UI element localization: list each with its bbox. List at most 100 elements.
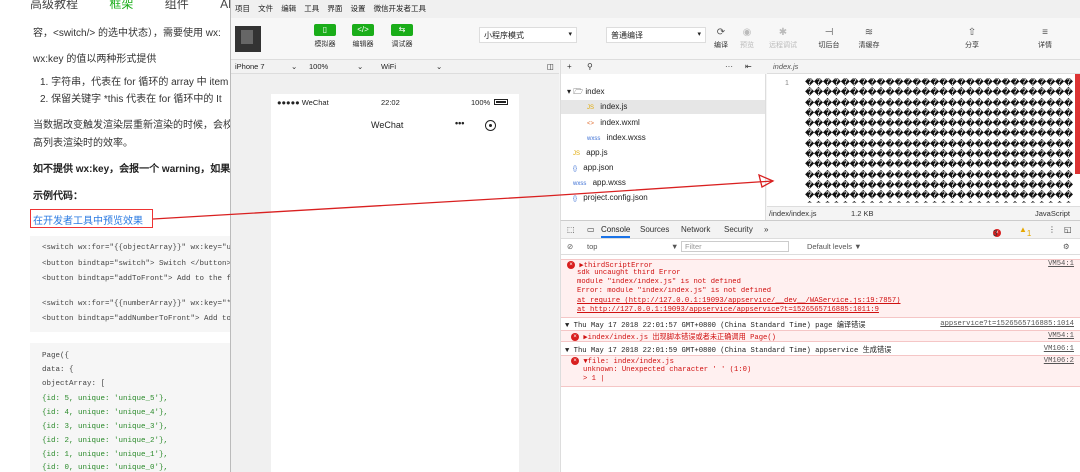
source-link[interactable]: appservice?t=1526565716885:1014	[940, 320, 1074, 328]
menu-tools[interactable]: 工具	[304, 4, 319, 13]
dock-icon[interactable]: ◱	[1064, 225, 1072, 234]
background-label: 切后台	[818, 42, 840, 49]
tree-item-index-js[interactable]: JS index.js	[561, 100, 765, 114]
background-button[interactable]: ⊣ 切后台	[813, 26, 845, 58]
details-button[interactable]: ≡ 详情	[1029, 26, 1061, 58]
device-select[interactable]: iPhone 7	[235, 62, 265, 71]
garbled-file-content[interactable]: ����������������������������������������…	[805, 78, 1077, 203]
clock: 22:02	[381, 98, 400, 107]
zoom-select[interactable]: 100%	[309, 62, 328, 71]
compile-mode-select[interactable]: 普通编译 ▾	[606, 27, 706, 43]
warning-count: 1	[1026, 229, 1032, 238]
search-icon[interactable]: ⚲	[587, 62, 593, 71]
preview-button[interactable]: ◉ 预览	[731, 26, 763, 58]
console-line[interactable]: × ▼file: index/index.js VM106:2	[561, 357, 1080, 366]
context-select[interactable]: top	[587, 242, 597, 251]
wechat-devtools-window: 项目 文件 编辑 工具 界面 设置 微信开发者工具 ▯ 模拟器 </> 编辑器 …	[230, 0, 1080, 472]
preview-in-devtools-link[interactable]: 在开发者工具中预览效果	[33, 212, 143, 227]
language-mode[interactable]: JavaScript	[1035, 209, 1070, 218]
upload-icon: ⇧	[967, 27, 977, 38]
inspect-icon[interactable]: ⬚	[567, 225, 575, 234]
doc-line-2: wx:key 的值以两种形式提供	[33, 54, 157, 65]
tree-item-project-config[interactable]: {} project.config.json	[573, 193, 648, 202]
chevron-down-icon: ⌄	[436, 62, 443, 71]
filter-input[interactable]: Filter	[681, 241, 789, 252]
tab-sources[interactable]: Sources	[640, 225, 669, 234]
menu-devtools[interactable]: 微信开发者工具	[374, 4, 427, 13]
error-scrollbar-marker[interactable]	[1075, 74, 1080, 174]
close-capsule-icon[interactable]	[485, 120, 496, 131]
nav-advanced-tutorial[interactable]: 高级教程	[30, 0, 78, 11]
chevron-down-icon: ▾	[697, 31, 701, 38]
nav-components[interactable]: 组件	[165, 0, 189, 11]
tab-network[interactable]: Network	[681, 225, 710, 234]
menu-edit[interactable]: 编辑	[281, 4, 296, 13]
layers-icon: ≋	[864, 27, 874, 38]
more-options-icon[interactable]: ···	[725, 62, 733, 71]
tree-item-label: app.json	[583, 163, 614, 172]
gear-icon[interactable]: ⚙	[1063, 242, 1070, 251]
device-icon[interactable]: ▭	[587, 225, 595, 234]
clear-console-icon[interactable]: ⊘	[567, 242, 573, 251]
mode-select[interactable]: 小程序模式 ▾	[479, 27, 577, 43]
code-line: {id: 2, unique: 'unique_2'},	[42, 437, 169, 445]
editor-tabs: index.js	[767, 60, 1080, 74]
console-group-header[interactable]: ▼ Thu May 17 2018 22:01:59 GMT+0800 (Chi…	[561, 345, 1080, 355]
tree-item-app-wxss[interactable]: wxss app.wxss	[573, 178, 626, 187]
source-link[interactable]: VM54:1	[1048, 260, 1074, 268]
clear-cache-label: 清缓存	[858, 42, 880, 49]
doc-line-1: 容，<switch/> 的选中状态），需要使用 wx:	[33, 28, 221, 39]
remote-debug-button[interactable]: ✱ 远程调试	[767, 26, 799, 58]
chevron-down-icon: ⌄	[291, 62, 298, 71]
code-editor: index.js 1 �����������������������������…	[767, 60, 1080, 220]
nav-api[interactable]: API	[220, 0, 230, 11]
simulator-toggle-button[interactable]: ▯ 模拟器	[309, 24, 341, 58]
folder-icon: 🗁	[573, 87, 584, 96]
log-level-select[interactable]: Default levels ▼	[807, 242, 862, 251]
kebab-menu-icon[interactable]: ⋮	[1048, 225, 1056, 234]
console-group-header[interactable]: ▼ Thu May 17 2018 22:01:57 GMT+0800 (Chi…	[561, 320, 1080, 330]
bug-icon: ✱	[778, 27, 788, 38]
example-title: 示例代码：	[33, 191, 83, 202]
menu-interface[interactable]: 界面	[327, 4, 342, 13]
network-select[interactable]: WiFi	[381, 62, 396, 71]
code-line: <button bindtap="addNumberToFront"> Add …	[42, 315, 230, 323]
tree-item-label: app.js	[586, 148, 608, 157]
clear-cache-button[interactable]: ≋ 清缓存	[853, 26, 885, 58]
tree-item-label: index.wxml	[600, 118, 640, 127]
share-button[interactable]: ⇧ 分享	[956, 26, 988, 58]
debugger-toggle-button[interactable]: ⇆ 调试器	[386, 24, 418, 58]
chevron-down-icon: ▾	[568, 31, 572, 38]
nav-framework[interactable]: 框架	[109, 0, 133, 11]
page-title: WeChat	[371, 120, 404, 130]
tree-item-index-wxss[interactable]: wxss index.wxss	[587, 133, 646, 142]
tree-folder-index[interactable]: ▾ 🗁 index	[567, 86, 605, 100]
more-icon[interactable]: •••	[455, 118, 464, 128]
collapse-icon[interactable]: ⇤	[745, 62, 752, 71]
menu-settings[interactable]: 设置	[350, 4, 365, 13]
code-line: <switch wx:for="{{objectArray}}" wx:key=…	[42, 244, 230, 252]
console-filter-bar: ⊘ top ▼ Filter Default levels ▼ ⚙	[561, 239, 1080, 255]
menu-project[interactable]: 项目	[235, 4, 250, 13]
warning-count-badge[interactable]: ▲ 1	[1019, 225, 1031, 238]
tree-item-app-js[interactable]: JS app.js	[573, 148, 608, 157]
chevron-down-icon: ▾	[567, 87, 572, 96]
stack-trace-link[interactable]: at http://127.0.0.1:19093/appservice/app…	[561, 306, 1080, 314]
source-link[interactable]: VM106:2	[1044, 357, 1074, 365]
code-line: {id: 0, unique: 'unique_0'},	[42, 464, 169, 472]
menu-file[interactable]: 文件	[258, 4, 273, 13]
avatar[interactable]	[235, 26, 261, 52]
tree-item-app-json[interactable]: {} app.json	[573, 163, 614, 172]
console-line[interactable]: × ▶index/index.js 出现脚本错误或者未正确调用 Page() V…	[561, 332, 1080, 342]
tab-security[interactable]: Security	[724, 225, 753, 234]
popout-icon[interactable]: ◫	[547, 62, 554, 71]
editor-toggle-button[interactable]: </> 编辑器	[347, 24, 379, 58]
tree-item-index-wxml[interactable]: <> index.wxml	[587, 118, 640, 127]
editor-tab-index-js[interactable]: index.js	[773, 62, 798, 71]
add-file-icon[interactable]: +	[567, 62, 572, 71]
more-tabs-icon[interactable]: »	[764, 225, 768, 234]
source-link[interactable]: VM54:1	[1048, 332, 1074, 340]
tab-console[interactable]: Console	[601, 225, 631, 238]
stack-trace-link[interactable]: at require (http://127.0.0.1:19093/appse…	[561, 297, 1080, 305]
source-link[interactable]: VM106:1	[1044, 345, 1074, 353]
